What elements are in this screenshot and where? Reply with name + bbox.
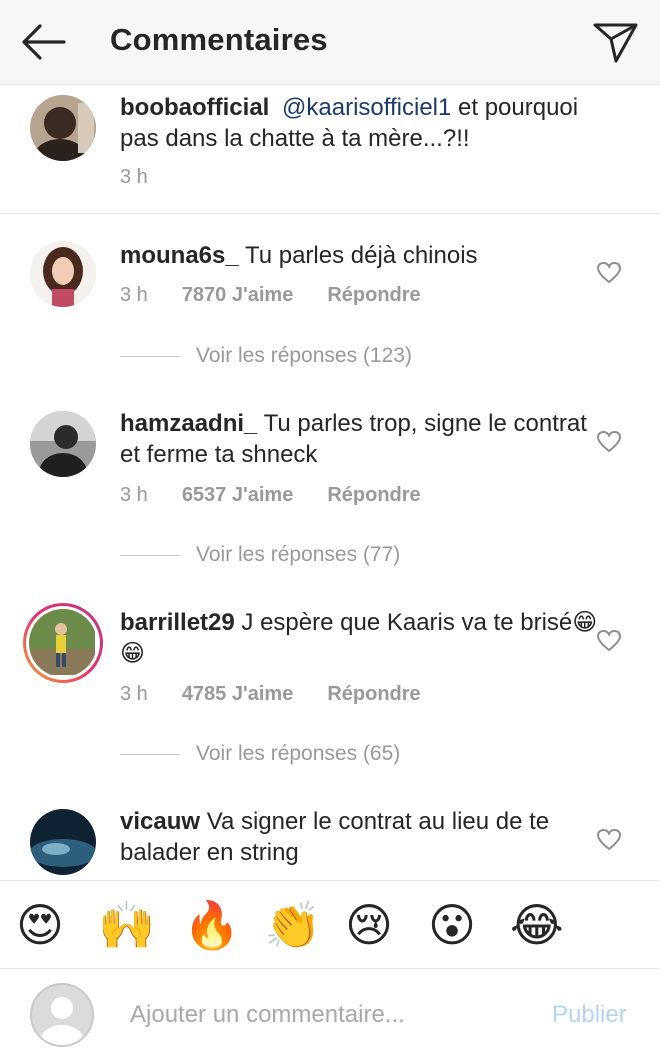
comment-time: 3 h — [120, 484, 148, 506]
comment-text-hamzaadni: hamzaadni_ Tu parles trop, signe le cont… — [120, 408, 600, 470]
comment-text-mouna6s: mouna6s_ Tu parles déjà chinois — [120, 240, 600, 271]
comment-meta: 3 h — [120, 166, 148, 189]
clapping-emoji-button[interactable]: 👏 — [264, 899, 321, 951]
view-replies-label: Voir les réponses (123) — [196, 344, 412, 367]
comment-input[interactable] — [130, 997, 530, 1033]
comment-time: 3 h — [120, 284, 148, 306]
comment-username[interactable]: hamzaadni_ — [120, 410, 257, 437]
raised-hands-emoji-button[interactable]: 🙌 — [98, 899, 155, 951]
publish-button[interactable]: Publier — [552, 1001, 627, 1029]
comment-text-boobaofficial: boobaofficial @kaarisofficiel1 et pourqu… — [120, 92, 600, 154]
emoji-quick-bar: 😍 🙌 🔥 👏 😢 😮 😂 — [0, 880, 660, 968]
comment-time: 3 h — [120, 683, 148, 705]
view-replies-link[interactable]: Voir les réponses (77) — [120, 543, 400, 573]
surprised-emoji-button[interactable]: 😮 — [428, 899, 476, 951]
avatar-barrillet29[interactable] — [23, 603, 103, 683]
view-replies-label: Voir les réponses (77) — [196, 543, 401, 566]
comment-username[interactable]: vicauw — [120, 808, 200, 835]
reply-divider-line — [120, 753, 180, 755]
likes-count[interactable]: 4785 J'aime — [182, 683, 294, 705]
view-replies-label: Voir les réponses (65) — [196, 742, 401, 765]
comment-username[interactable]: mouna6s_ — [120, 242, 239, 269]
laughing-emoji-button[interactable]: 😂 — [510, 899, 564, 951]
comment-time: 3 h — [120, 166, 148, 188]
reply-divider-line — [120, 355, 180, 357]
story-ring-inner — [26, 606, 100, 680]
fire-emoji-button[interactable]: 🔥 — [183, 899, 240, 951]
comment-username[interactable]: boobaofficial — [120, 94, 269, 121]
back-arrow-icon[interactable] — [18, 20, 68, 64]
comment-meta: 3 h 6537 J'aime Répondre — [120, 484, 421, 507]
comment-meta: 3 h 7870 J'aime Répondre — [120, 284, 421, 307]
heart-icon[interactable] — [596, 629, 622, 653]
likes-count[interactable]: 6537 J'aime — [182, 484, 294, 506]
avatar-mouna6s[interactable] — [30, 241, 96, 307]
heart-eyes-emoji-button[interactable]: 😍 — [16, 899, 64, 951]
reply-button[interactable]: Répondre — [327, 683, 420, 705]
comment-mention[interactable]: @kaarisofficiel1 — [282, 94, 451, 121]
top-bar: Commentaires — [0, 0, 660, 85]
avatar-hamzaadni[interactable] — [30, 411, 96, 477]
heart-icon[interactable] — [596, 828, 622, 852]
current-user-avatar — [30, 983, 94, 1047]
comment-text-vicauw: vicauw Va signer le contrat au lieu de t… — [120, 806, 600, 868]
reply-button[interactable]: Répondre — [327, 284, 420, 306]
reply-divider-line — [120, 554, 180, 556]
avatar-photo — [29, 609, 97, 677]
divider — [0, 213, 660, 214]
heart-icon[interactable] — [596, 430, 622, 454]
comment-username[interactable]: barrillet29 — [120, 609, 235, 636]
reply-button[interactable]: Répondre — [327, 484, 420, 506]
page-title: Commentaires — [110, 22, 328, 57]
avatar-vicauw[interactable] — [30, 809, 96, 875]
comment-meta: 3 h 4785 J'aime Répondre — [120, 683, 421, 706]
avatar-boobaofficial[interactable] — [30, 95, 96, 161]
paper-plane-icon[interactable] — [590, 18, 642, 66]
view-replies-link[interactable]: Voir les réponses (65) — [120, 742, 400, 772]
comment-body: Tu parles déjà chinois — [238, 242, 478, 269]
view-replies-link[interactable]: Voir les réponses (123) — [120, 344, 412, 374]
comment-text-barrillet29: barrillet29 J espère que Kaaris va te br… — [120, 607, 600, 669]
heart-icon[interactable] — [596, 261, 622, 285]
crying-emoji-button[interactable]: 😢 — [345, 899, 393, 951]
comment-composer: Publier — [0, 968, 660, 1057]
likes-count[interactable]: 7870 J'aime — [182, 284, 294, 306]
